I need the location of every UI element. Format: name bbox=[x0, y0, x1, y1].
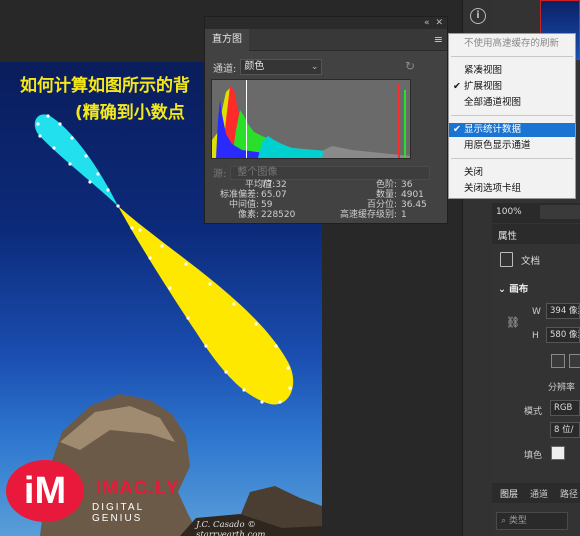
menu-divider bbox=[451, 158, 573, 159]
level-value: 36 bbox=[401, 180, 413, 190]
document-title-line2: (精确到小数点 bbox=[75, 103, 185, 123]
stddev-label: 标准偏差: bbox=[219, 190, 259, 200]
cache-label: 高速缓存级别: bbox=[339, 210, 397, 220]
watermark-logo: iM IMAC.LY DIGITAL GENIUS bbox=[0, 450, 190, 536]
properties-tab-label: 属性 bbox=[498, 231, 518, 242]
layer-filter-input[interactable]: ⌕ 类型 bbox=[496, 512, 568, 530]
level-label: 色阶: bbox=[375, 180, 397, 190]
canvas-header-label: 画布 bbox=[509, 284, 529, 295]
menu-item-all-channels-view[interactable]: 全部通道视图 bbox=[449, 96, 575, 110]
chevron-down-icon: ⌄ bbox=[310, 62, 319, 72]
histogram-bars bbox=[212, 80, 410, 158]
document-row: 文档 bbox=[500, 252, 540, 267]
histogram-panel-menu: 不使用高速缓存的刷新 紧凑视图 ✔ 扩展视图 全部通道视图 ✔ 显示统计数据 用原色… bbox=[448, 33, 576, 199]
tab-layers[interactable]: 图层 bbox=[500, 487, 518, 500]
stddev-value: 65.07 bbox=[261, 190, 287, 200]
tab-paths[interactable]: 路径 bbox=[560, 487, 578, 500]
menu-item-show-channels-in-color[interactable]: 用原色显示通道 bbox=[449, 139, 575, 153]
median-value: 59 bbox=[261, 200, 273, 210]
refresh-icon[interactable]: ↻ bbox=[405, 59, 415, 73]
count-value: 4901 bbox=[401, 190, 424, 200]
logo-word: IMAC.LY bbox=[96, 478, 180, 499]
count-label: 数量: bbox=[375, 190, 397, 200]
canvas-section-header[interactable]: ⌄ 画布 bbox=[498, 281, 528, 295]
menu-divider bbox=[451, 115, 573, 116]
menu-item-compact-view[interactable]: 紧凑视图 bbox=[449, 64, 575, 78]
histogram-graph bbox=[211, 79, 411, 159]
cyan-shape bbox=[34, 114, 118, 206]
layer-filter-placeholder: 类型 bbox=[508, 516, 527, 526]
mode-select[interactable]: RGB bbox=[550, 400, 580, 416]
menu-item-show-statistics[interactable]: ✔ 显示统计数据 bbox=[449, 123, 575, 137]
check-icon: ✔ bbox=[453, 124, 461, 135]
document-label: 文档 bbox=[521, 255, 541, 267]
mean-value: 77.32 bbox=[261, 180, 287, 190]
tab-properties[interactable]: 属性 bbox=[492, 224, 580, 244]
menu-divider bbox=[451, 56, 573, 57]
menu-item-close[interactable]: 关闭 bbox=[449, 166, 575, 180]
channel-row: 通道: 颜色 ⌄ bbox=[213, 59, 323, 75]
cache-value: 1 bbox=[401, 210, 407, 220]
channel-value: 颜色 bbox=[244, 61, 265, 72]
percentile-value: 36.45 bbox=[401, 200, 427, 210]
histogram-tabbar: 直方图 ≡ bbox=[205, 29, 447, 51]
source-row: 源: 整个图像 bbox=[213, 165, 431, 180]
source-select[interactable]: 整个图像 bbox=[230, 165, 431, 180]
document-icon bbox=[500, 252, 513, 267]
portrait-icon[interactable] bbox=[551, 354, 565, 368]
source-label: 源: bbox=[213, 169, 227, 180]
close-icon[interactable]: ✕ bbox=[435, 18, 443, 28]
mode-label: 模式 bbox=[524, 407, 543, 417]
link-icon[interactable]: ⛓ bbox=[506, 316, 520, 329]
tab-histogram[interactable]: 直方图 bbox=[205, 29, 249, 51]
logo-tagline: DIGITAL GENIUS bbox=[92, 502, 144, 524]
width-field[interactable]: 394 像素 bbox=[546, 303, 580, 319]
panel-titlebar[interactable]: « ✕ bbox=[205, 17, 447, 29]
check-icon: ✔ bbox=[453, 81, 461, 92]
info-icon[interactable]: i bbox=[470, 8, 486, 24]
channel-label: 通道: bbox=[213, 63, 237, 75]
menu-item-uncached-refresh[interactable]: 不使用高速缓存的刷新 bbox=[449, 37, 575, 51]
height-label: H bbox=[532, 331, 539, 341]
tab-channels[interactable]: 通道 bbox=[530, 487, 548, 500]
photo-credit: J.C. Casado © starryearth.com bbox=[196, 520, 266, 536]
layers-tabbar: 图层 通道 路径 bbox=[492, 483, 580, 503]
zoom-value[interactable]: 100% bbox=[496, 207, 522, 217]
zoom-slider[interactable] bbox=[540, 205, 580, 219]
fill-swatch[interactable] bbox=[551, 446, 565, 460]
histogram-panel: « ✕ 直方图 ≡ 通道: 颜色 ⌄ ↻ 源: 整个图像 平均值: 77.32 … bbox=[204, 16, 448, 224]
percentile-label: 百分位: bbox=[366, 200, 397, 210]
width-label: W bbox=[532, 307, 541, 317]
document-title-line1: 如何计算如图所示的背 bbox=[20, 76, 190, 96]
panel-menu-icon[interactable]: ≡ bbox=[434, 33, 443, 46]
median-label: 中间值: bbox=[228, 200, 259, 210]
height-field[interactable]: 580 像素 bbox=[546, 327, 580, 343]
chevron-down-icon: ⌄ bbox=[498, 284, 510, 295]
yellow-shape bbox=[118, 206, 294, 405]
collapse-icon[interactable]: « bbox=[424, 18, 430, 28]
channel-select[interactable]: 颜色 ⌄ bbox=[240, 59, 323, 75]
resolution-label: 分辨率 bbox=[548, 383, 576, 393]
menu-item-close-tab-group[interactable]: 关闭选项卡组 bbox=[449, 182, 575, 196]
depth-select[interactable]: 8 位/ bbox=[550, 422, 580, 438]
menu-item-expanded-view[interactable]: ✔ 扩展视图 bbox=[449, 80, 575, 94]
search-icon: ⌕ bbox=[501, 516, 509, 526]
logo-mark: iM bbox=[6, 460, 84, 522]
pixels-value: 228520 bbox=[261, 210, 296, 220]
landscape-icon[interactable] bbox=[569, 354, 580, 368]
fill-label: 填色 bbox=[524, 451, 543, 461]
pixels-label: 像素: bbox=[237, 210, 259, 220]
